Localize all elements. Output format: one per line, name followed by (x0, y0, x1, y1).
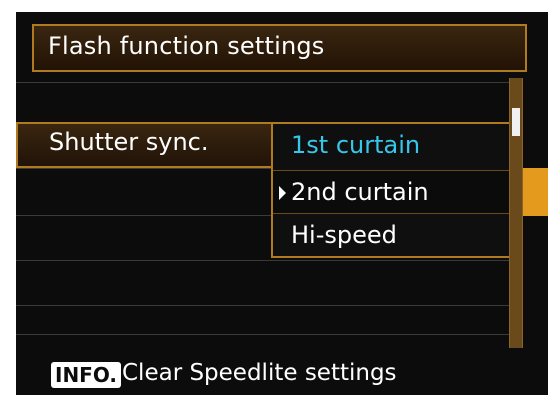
row-divider (16, 305, 511, 306)
setting-label-shutter-sync: Shutter sync. (49, 128, 209, 156)
camera-menu-screen: Flash function settings Shutter sync. 1s… (16, 12, 548, 395)
page-title: Flash function settings (48, 32, 325, 60)
row-divider (16, 260, 511, 261)
option-2nd-curtain[interactable]: 2nd curtain (273, 170, 509, 214)
option-label: Hi-speed (291, 221, 397, 249)
option-hi-speed[interactable]: Hi-speed (273, 214, 509, 258)
info-button-badge[interactable]: INFO. (51, 362, 122, 388)
option-1st-curtain[interactable]: 1st curtain (273, 124, 509, 168)
shutter-sync-dropdown[interactable]: 1st curtain 2nd curtain Hi-speed (271, 122, 511, 258)
footer-hint: Clear Speedlite settings (122, 360, 397, 386)
option-label: 2nd curtain (291, 178, 429, 206)
scrollbar-thumb[interactable] (512, 108, 520, 136)
cursor-arrow-icon (279, 186, 286, 200)
option-label: 1st curtain (291, 131, 421, 159)
menu-header: Flash function settings (32, 24, 527, 72)
row-divider (16, 82, 511, 83)
footer: INFO. Clear Speedlite settings (16, 346, 548, 395)
row-divider (16, 334, 511, 335)
